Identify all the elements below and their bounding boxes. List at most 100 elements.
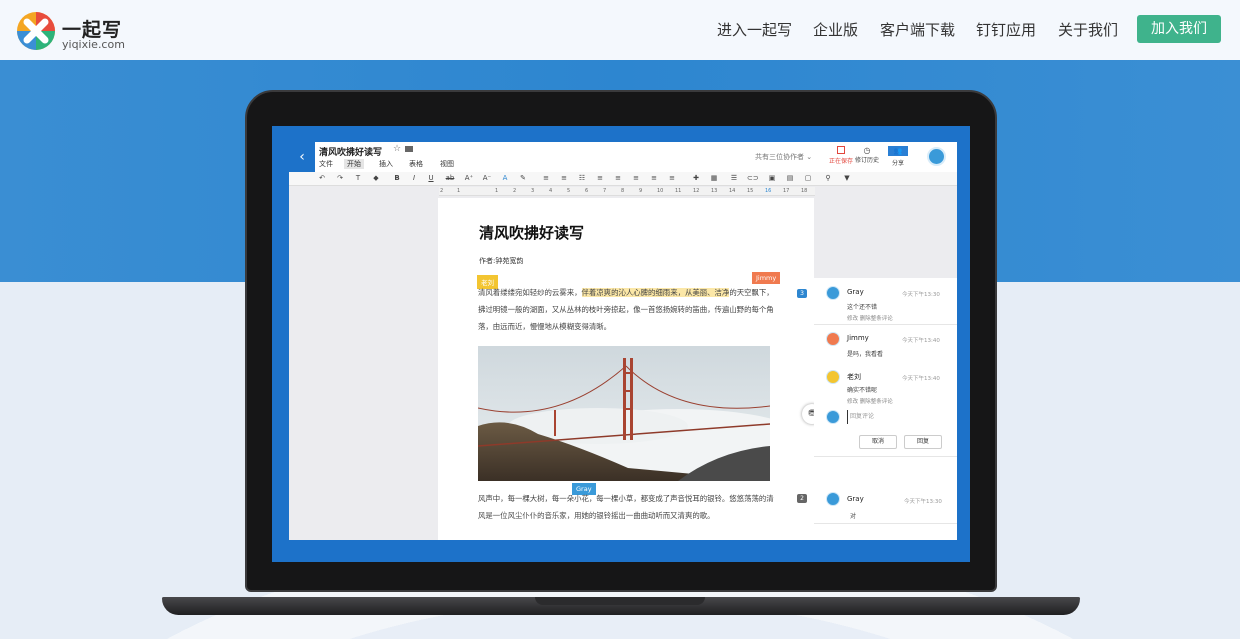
nav-enter[interactable]: 进入一起写 <box>717 19 792 40</box>
comment-actions[interactable]: 修改 删除整条评论 <box>847 314 893 322</box>
people-icon: 👥 <box>888 146 908 156</box>
reply-button[interactable]: 回复 <box>904 435 942 449</box>
ruler-tick: 14 <box>729 188 736 194</box>
paragraph-2: 风声中，每一棵大树，每一朵小花，每一棵小草，都变成了声音悦耳的银铃。悠悠荡荡的清… <box>478 494 774 520</box>
ruler-tick: 3 <box>531 188 535 194</box>
comment-time: 今天下午13:30 <box>902 292 940 298</box>
comment-actions[interactable]: 修改 删除整条评论 <box>847 397 893 405</box>
comment-author: 老刘 <box>847 373 861 381</box>
align-left-icon[interactable]: ≡ <box>595 174 605 182</box>
user-avatar[interactable] <box>927 147 946 166</box>
back-button[interactable]: ‹ <box>289 142 315 172</box>
comment-text: 对 <box>850 513 857 520</box>
ruler-tick: 13 <box>711 188 718 194</box>
ruler-tick: 9 <box>639 188 643 194</box>
nav-download[interactable]: 客户端下载 <box>880 19 955 40</box>
ruler-tick: 7 <box>603 188 607 194</box>
yiqixie-logo-icon[interactable] <box>16 11 56 51</box>
cursor-tag-jimmy: Jimmy <box>752 272 781 284</box>
link-icon[interactable]: ⊂⊃ <box>747 174 759 182</box>
redo-icon[interactable]: ↷ <box>335 174 345 182</box>
ruler-tick: 16 <box>765 188 772 194</box>
align-center-icon[interactable]: ≡ <box>613 174 623 182</box>
search-icon[interactable]: ⚲ <box>823 174 833 182</box>
font-size-up-icon[interactable]: A⁺ <box>464 174 474 182</box>
align-right-icon[interactable]: ≡ <box>631 174 641 182</box>
comment-text: 是吗，我看看 <box>847 351 884 358</box>
ruler-tick: 1 <box>457 188 461 194</box>
insert-icon[interactable]: ✚ <box>691 174 701 182</box>
folder-icon[interactable] <box>405 146 413 152</box>
comment-count-badge[interactable]: 3 <box>797 289 807 298</box>
ruler-tick: 17 <box>783 188 790 194</box>
menu-file[interactable]: 文件 <box>319 159 333 169</box>
highlighted-text[interactable]: 伴着凉爽的沁人心脾的细雨来，从美丽、洁净 <box>581 288 730 297</box>
help-icon[interactable]: ▼ <box>842 174 852 182</box>
ruler-tick: 1 <box>495 188 499 194</box>
divider <box>814 324 957 325</box>
ruler-tick: 11 <box>675 188 682 194</box>
star-icon[interactable]: ☆ <box>393 144 401 154</box>
ruler[interactable]: 2 1 1 2 3 4 5 6 7 8 9 10 11 12 13 14 15 … <box>439 187 815 196</box>
indent-icon[interactable]: ≡ <box>667 174 677 182</box>
comment-time: 今天下午13:30 <box>904 499 942 505</box>
divider <box>814 523 957 524</box>
format-painter-icon[interactable]: T <box>353 174 363 182</box>
menu-view[interactable]: 视图 <box>440 159 454 169</box>
avatar <box>826 332 840 346</box>
comment-time: 今天下午13:40 <box>902 338 940 344</box>
collaborators-label: 共有三位协作者 <box>755 153 804 161</box>
menu-table[interactable]: 表格 <box>409 159 423 169</box>
italic-icon[interactable]: I <box>409 174 419 182</box>
ruler-tick: 5 <box>567 188 571 194</box>
collaborators-dropdown[interactable]: 共有三位协作者 ⌄ <box>755 152 812 162</box>
comment-time: 今天下午13:40 <box>902 376 940 382</box>
document-page[interactable]: 清风吹拂好读写 作者:钟苑宽韵 老刘 Jimmy 清风着缕缕宛如轻纱的云雾来，伴… <box>438 198 814 540</box>
comment-icon[interactable]: ▢ <box>803 174 813 182</box>
undo-icon[interactable]: ↶ <box>317 174 327 182</box>
menu-home[interactable]: 开始 <box>344 159 364 169</box>
history-button[interactable]: ◷ 修订历史 <box>855 146 879 164</box>
comment-count-badge[interactable]: 2 <box>797 494 807 503</box>
ruler-tick: 15 <box>747 188 754 194</box>
bold-icon[interactable]: B <box>392 174 402 182</box>
save-status[interactable]: 正在保存 <box>829 146 853 165</box>
menu-insert[interactable]: 插入 <box>379 159 393 169</box>
cancel-button[interactable]: 取消 <box>859 435 897 449</box>
avatar <box>826 286 840 300</box>
nav-dingtalk[interactable]: 钉钉应用 <box>976 19 1036 40</box>
checklist-icon[interactable]: ☷ <box>577 174 587 182</box>
font-color-icon[interactable]: A <box>500 174 510 182</box>
ruler-tick: 18 <box>801 188 808 194</box>
laptop-notch <box>535 597 705 605</box>
reply-input[interactable]: 回复评论 <box>847 410 947 424</box>
ruler-tick: 8 <box>621 188 625 194</box>
join-us-button[interactable]: 加入我们 <box>1137 15 1221 43</box>
ordered-list-icon[interactable]: ≡ <box>541 174 551 182</box>
eraser-icon[interactable]: ◆ <box>371 174 381 182</box>
top-navigation: 一起写 yiqixie.com 进入一起写 企业版 客户端下载 钉钉应用 关于我… <box>0 0 1240 60</box>
comments-panel: Gray 今天下午13:30 这个还不错 修改 删除整条评论 Jimmy 今天下… <box>814 278 957 540</box>
font-size-down-icon[interactable]: A⁻ <box>482 174 492 182</box>
image-icon[interactable]: ▣ <box>767 174 777 182</box>
highlight-icon[interactable]: ✎ <box>518 174 528 182</box>
table-icon[interactable]: ▦ <box>709 174 719 182</box>
nav-about[interactable]: 关于我们 <box>1058 19 1118 40</box>
comment-author: Gray <box>847 288 864 296</box>
format-toolbar: ↶ ↷ T ◆ B I U ab A⁺ A⁻ A ✎ ≡ ≡ ☷ ≡ ≡ ≡ ≡… <box>289 172 957 186</box>
share-button[interactable]: 👥 分享 <box>885 146 911 167</box>
align-justify-icon[interactable]: ≡ <box>649 174 659 182</box>
doc-title[interactable]: 清风吹拂好读写 <box>319 145 382 158</box>
bullet-list-icon[interactable]: ≡ <box>559 174 569 182</box>
chevron-left-icon: ‹ <box>299 149 305 165</box>
nav-enterprise[interactable]: 企业版 <box>813 19 858 40</box>
comment-author: Jimmy <box>847 334 869 342</box>
strikethrough-icon[interactable]: ab <box>445 174 455 182</box>
hr-icon[interactable]: ☰ <box>729 174 739 182</box>
avatar <box>826 410 840 424</box>
underline-icon[interactable]: U <box>426 174 436 182</box>
chart-icon[interactable]: ▤ <box>785 174 795 182</box>
save-label: 正在保存 <box>829 158 854 165</box>
logo-domain: yiqixie.com <box>62 38 125 51</box>
ruler-tick: 2 <box>513 188 517 194</box>
